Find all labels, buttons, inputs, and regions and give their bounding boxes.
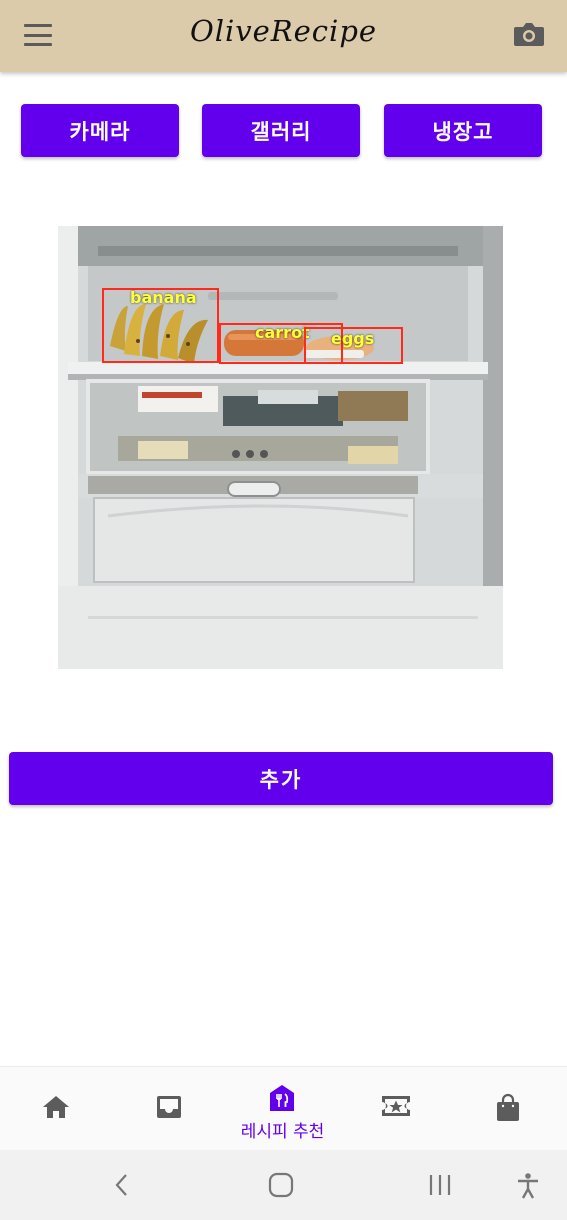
inbox-icon bbox=[157, 1096, 181, 1118]
fridge-button[interactable]: 냉장고 bbox=[384, 104, 542, 157]
app-bar: OliveRecipe bbox=[0, 0, 567, 72]
back-icon[interactable] bbox=[112, 1172, 132, 1198]
detection-label-eggs: eggs bbox=[331, 329, 375, 348]
recents-icon[interactable] bbox=[427, 1172, 453, 1198]
app-title: OliveRecipe bbox=[189, 14, 378, 48]
nav-inbox[interactable] bbox=[113, 1067, 226, 1151]
camera-icon[interactable] bbox=[513, 20, 545, 48]
system-navigation-bar bbox=[0, 1150, 567, 1220]
camera-button[interactable]: 카메라 bbox=[21, 104, 179, 157]
gallery-button[interactable]: 갤러리 bbox=[202, 104, 360, 157]
accessibility-icon[interactable] bbox=[515, 1172, 541, 1200]
nav-shop[interactable] bbox=[452, 1067, 565, 1151]
nav-recipe-recommend[interactable]: 레시피 추천 bbox=[226, 1067, 339, 1151]
ticket-star-icon bbox=[382, 1096, 410, 1116]
home-icon bbox=[43, 1096, 69, 1118]
home-circle-icon[interactable] bbox=[267, 1172, 295, 1198]
detection-label-carrot: carrot bbox=[255, 323, 310, 342]
shopping-bag-icon bbox=[497, 1093, 519, 1121]
add-button[interactable]: 추가 bbox=[9, 752, 553, 805]
bottom-navigation: 레시피 추천 bbox=[0, 1066, 567, 1151]
restaurant-icon bbox=[270, 1085, 294, 1111]
fridge-photo: banana carrot eggs bbox=[58, 226, 503, 669]
detection-label-banana: banana bbox=[130, 288, 197, 307]
nav-home[interactable] bbox=[0, 1067, 113, 1151]
nav-tickets[interactable] bbox=[339, 1067, 452, 1151]
nav-recipe-recommend-label: 레시피 추천 bbox=[240, 1122, 325, 1142]
